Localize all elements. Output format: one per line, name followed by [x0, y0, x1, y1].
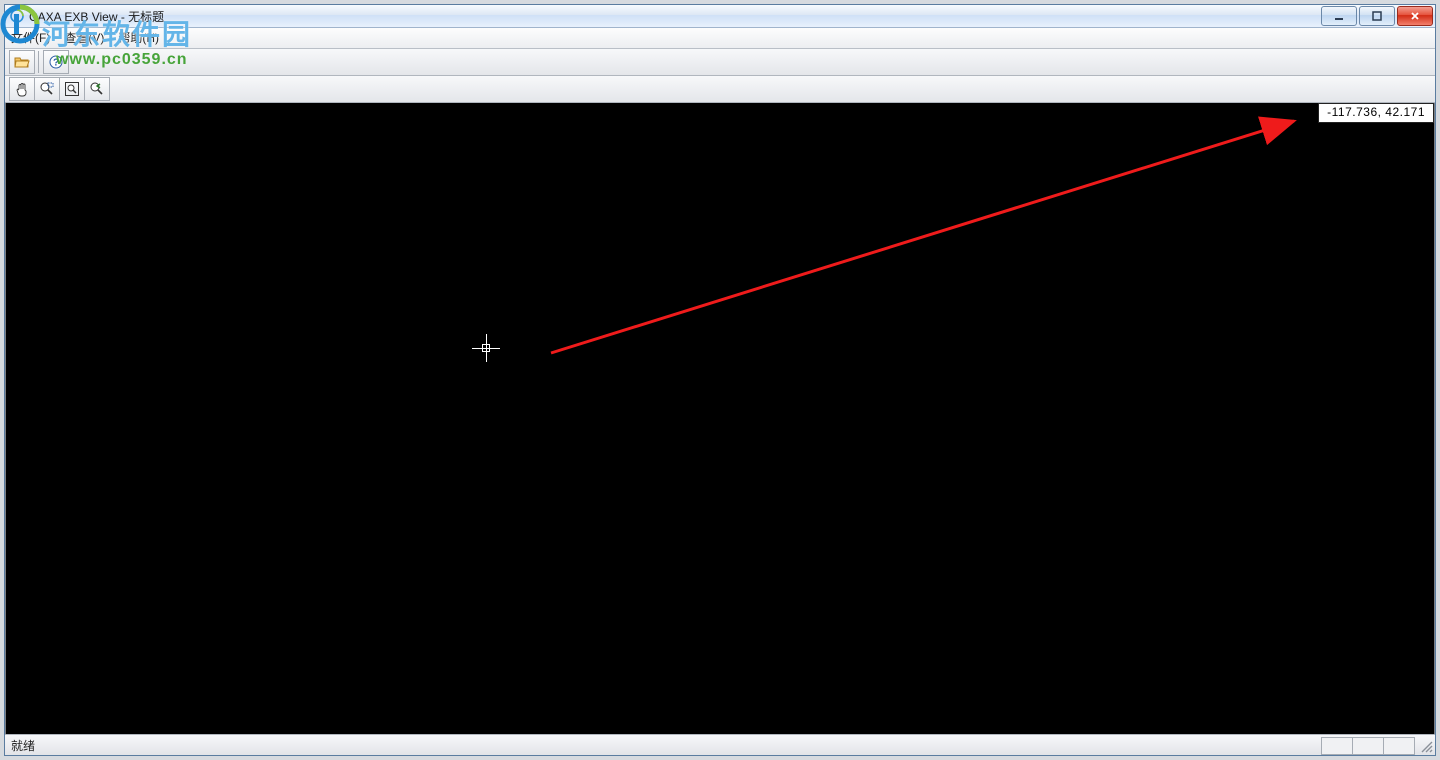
drawing-canvas[interactable]: -117.736, 42.171 — [5, 103, 1435, 734]
hand-pan-icon — [14, 81, 30, 97]
open-button[interactable] — [9, 50, 35, 74]
zoom-prev-button[interactable] — [84, 77, 110, 101]
zoom-window-button[interactable] — [34, 77, 60, 101]
app-window: CAXA EXB View - 无标题 文件(F) 查看(V) 帮助(H) — [4, 4, 1436, 756]
magnifier-prev-icon — [89, 81, 105, 97]
toolbar-view — [5, 76, 1435, 103]
status-pane — [1383, 737, 1415, 755]
pan-button[interactable] — [9, 77, 35, 101]
magnifier-all-icon — [64, 81, 80, 97]
toolbar-separator — [38, 51, 39, 73]
magnifier-window-icon — [39, 81, 55, 97]
status-pane — [1321, 737, 1353, 755]
svg-text:?: ? — [53, 58, 59, 69]
titlebar[interactable]: CAXA EXB View - 无标题 — [5, 5, 1435, 28]
app-icon — [9, 8, 25, 24]
statusbar: 就绪 — [5, 734, 1435, 755]
coordinate-readout: -117.736, 42.171 — [1318, 103, 1434, 123]
menu-file[interactable]: 文件(F) — [11, 28, 50, 48]
window-controls — [1321, 6, 1433, 26]
crosshair-cursor — [472, 334, 500, 362]
menu-view[interactable]: 查看(V) — [64, 28, 104, 48]
window-title: CAXA EXB View - 无标题 — [29, 8, 1321, 25]
close-button[interactable] — [1397, 6, 1433, 26]
resize-grip-icon[interactable] — [1419, 739, 1433, 753]
about-button[interactable]: ? — [43, 50, 69, 74]
menu-help[interactable]: 帮助(H) — [118, 28, 159, 48]
status-text: 就绪 — [11, 737, 35, 754]
minimize-button[interactable] — [1321, 6, 1357, 26]
maximize-button[interactable] — [1359, 6, 1395, 26]
status-pane — [1352, 737, 1384, 755]
help-icon: ? — [49, 55, 63, 69]
annotation-arrow — [6, 103, 1435, 734]
zoom-all-button[interactable] — [59, 77, 85, 101]
menubar: 文件(F) 查看(V) 帮助(H) — [5, 28, 1435, 49]
folder-open-icon — [14, 55, 30, 69]
toolbar-standard: ? — [5, 49, 1435, 76]
status-panes — [1322, 737, 1415, 755]
